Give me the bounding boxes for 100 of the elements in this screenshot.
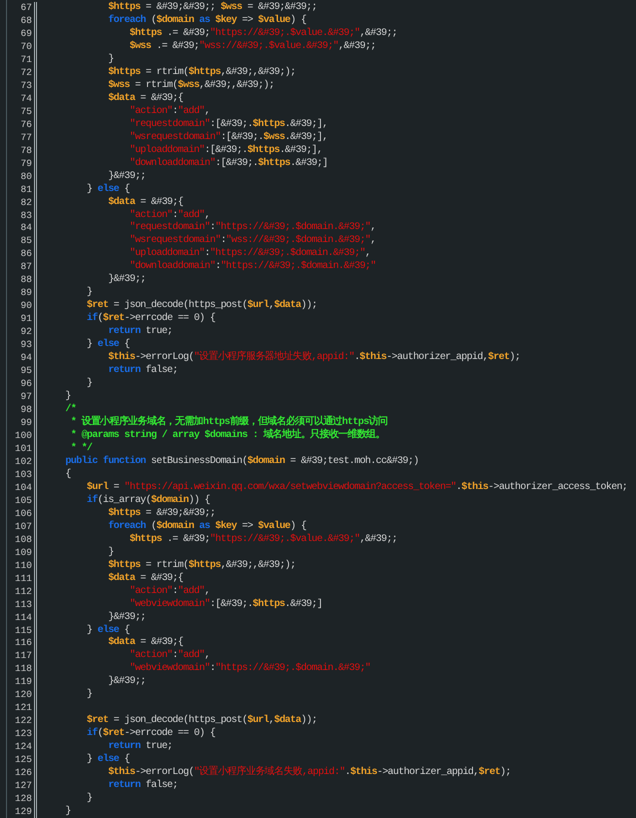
code-line: foreach ($domain as $key => $value) { [108, 520, 306, 534]
line-number: 119 [7, 676, 37, 690]
line-number: 86 [7, 248, 37, 262]
code-line: $ret = json_decode(https_post($url,$data)); [86, 715, 317, 728]
line-number: 81 [7, 184, 37, 197]
line-number: 93 [7, 339, 37, 352]
line-number: 100 [7, 430, 37, 443]
code-line: "wsrequestdomain":"wss://&#39;.$domain.&#39;", [130, 235, 376, 248]
line-number: 126 [7, 767, 37, 780]
line-number: 102 [7, 456, 37, 469]
line-number: 99 [7, 417, 37, 430]
line-number: 95 [7, 365, 37, 378]
code-line: "action":"add", [130, 650, 210, 662]
code-line: "requestdomain":[&#39;.$https.&#39;], [130, 118, 328, 132]
line-number: 112 [7, 586, 37, 599]
line-number: 72 [7, 66, 37, 80]
line-number: 87 [7, 261, 37, 274]
code-line: $data = &#39;{ [108, 572, 184, 586]
line-number: 125 [7, 754, 37, 768]
line-number: 83 [7, 210, 37, 222]
code-line: "wsrequestdomain":[&#39;.$wss.&#39;], [130, 132, 328, 144]
line-number: 71 [7, 54, 37, 67]
line-number: 124 [7, 741, 37, 754]
code-line: } [65, 391, 71, 404]
code-line: } else { [86, 754, 130, 766]
line-number: 103 [7, 468, 37, 482]
line-number: 118 [7, 663, 37, 676]
code-line: } [108, 546, 114, 560]
line-number: 76 [7, 118, 37, 132]
line-number: 75 [7, 106, 37, 119]
line-number: 117 [7, 650, 37, 664]
code-line: "webviewdomain":[&#39;.$https.&#39;] [130, 598, 322, 612]
code-line: $https = &#39;&#39;; $wss = &#39;&#39;; [108, 2, 317, 14]
line-number: 111 [7, 572, 37, 586]
line-number: 113 [7, 598, 37, 612]
line-number: 89 [7, 287, 37, 300]
line-number: 123 [7, 728, 37, 742]
code-line: /* [65, 404, 76, 416]
code-line: } else { [86, 339, 130, 352]
line-number: 77 [7, 132, 37, 145]
line-number: 67 [7, 2, 37, 15]
line-number: 80 [7, 170, 37, 184]
line-number: 122 [7, 715, 37, 728]
line-number: 98 [7, 404, 37, 417]
line-number: 68 [7, 14, 37, 28]
code-line: } [86, 287, 92, 300]
code-line: if(is_array($domain)) { [86, 494, 210, 508]
code-line: $https = rtrim($https,&#39;,&#39;); [108, 66, 296, 80]
line-number: 88 [7, 274, 37, 288]
code-line: return false; [108, 780, 178, 794]
line-number: 70 [7, 40, 37, 54]
code-line: "action":"add", [130, 586, 210, 598]
line-number: 116 [7, 637, 37, 650]
line-number: 101 [7, 442, 37, 456]
line-number: 74 [7, 92, 37, 106]
line-number: 127 [7, 780, 37, 794]
code-line: "webviewdomain":"https://&#39;.$domain.&#39;" [130, 663, 370, 676]
code-line: "requestdomain":"https://&#39;.$domain.&#39;", [130, 222, 376, 234]
code-line: if($ret->errcode == 0) { [86, 728, 216, 741]
code-line: return true; [108, 741, 172, 754]
code-line: $ret = json_decode(https_post($url,$data)); [86, 300, 317, 312]
line-number: 106 [7, 508, 37, 521]
code-line: } else { [86, 184, 130, 196]
code-line: $this->errorLog("设置小程序业务域名失败,appid:".$this->authorizer_appid,$ret); [108, 767, 511, 780]
line-number: 114 [7, 612, 37, 624]
line-number: 104 [7, 482, 37, 495]
code-line: $https = &#39;&#39;; [108, 508, 216, 520]
code-line: "action":"add", [130, 210, 210, 222]
code-line: $wss = rtrim($wss,&#39;,&#39;); [108, 80, 274, 92]
line-number: 97 [7, 391, 37, 404]
line-number: 84 [7, 222, 37, 236]
code-line: "downloaddomain":[&#39;.$https.&#39;] [130, 158, 328, 170]
code-line: "uploaddomain":"https://&#39;.$domain.&#39;", [130, 248, 370, 260]
code-line: } [108, 54, 114, 66]
code-line: } [86, 793, 92, 806]
code-line: return false; [108, 365, 178, 378]
code-line: if($ret->errcode == 0) { [86, 313, 216, 326]
line-number: 120 [7, 689, 37, 702]
code-line: $https = rtrim($https,&#39;,&#39;); [108, 560, 296, 572]
line-number: 78 [7, 144, 37, 158]
code-line: }&#39;; [108, 676, 146, 690]
code-line: } [86, 689, 92, 702]
code-line: * 设置小程序业务域名，无需加https前缀，但域名必须可以通过https访问 [70, 417, 388, 428]
code-line: }&#39;; [108, 612, 146, 624]
code-line: } [65, 806, 71, 818]
line-number: 94 [7, 352, 37, 366]
line-number: 90 [7, 300, 37, 314]
line-number: 109 [7, 546, 37, 560]
line-number: 105 [7, 494, 37, 508]
line-number: 73 [7, 80, 37, 93]
line-number: 129 [7, 806, 37, 818]
code-line: foreach ($domain as $key => $value) { [108, 14, 306, 28]
line-number: 92 [7, 326, 37, 340]
code-line: return true; [108, 326, 172, 338]
line-number: 85 [7, 235, 37, 248]
code-line: "downloaddomain":"https://&#39;.$domain.&#39;" [130, 261, 376, 274]
line-number: 121 [7, 702, 37, 716]
code-line: }&#39;; [108, 170, 146, 184]
code-line: "uploaddomain":[&#39;.$https.&#39;], [130, 144, 322, 158]
code-line: $https .= &#39;"https://&#39;.$value.&#39;",&#39;; [130, 28, 398, 40]
